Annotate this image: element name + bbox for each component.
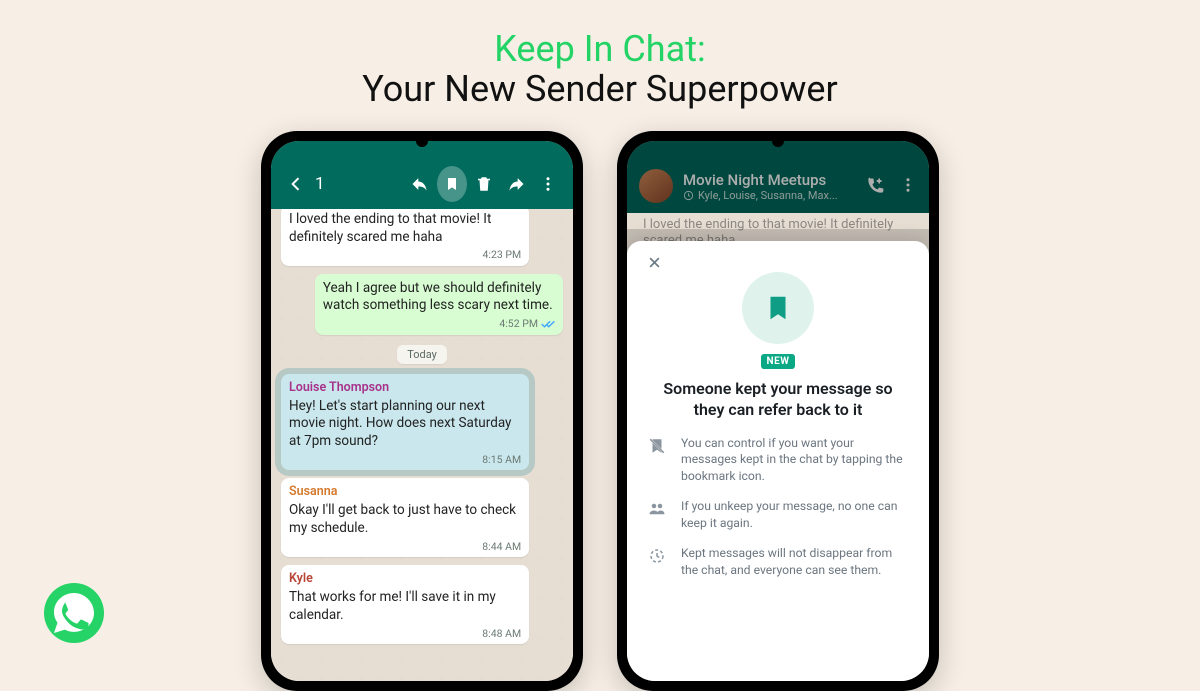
message-out[interactable]: Yeah I agree but we should definitely wa… xyxy=(315,274,563,335)
message-in[interactable]: Susanna Okay I'll get back to just have … xyxy=(281,478,529,557)
message-text: That works for me! I'll save it in my ca… xyxy=(289,589,521,624)
reply-button[interactable] xyxy=(405,169,435,199)
info-row: If you unkeep your message, no one can k… xyxy=(647,498,909,531)
message-sender: Louise Thompson xyxy=(289,380,521,396)
message-time: 4:52 PM xyxy=(323,317,555,331)
whatsapp-logo xyxy=(42,581,106,645)
phone-notch xyxy=(416,135,428,147)
message-text: Hey! Let's start planning our next movie… xyxy=(289,398,521,451)
back-button[interactable] xyxy=(281,169,311,199)
info-row: You can control if you want your message… xyxy=(647,435,909,484)
phone-right: Movie Night Meetups Kyle, Louise, Susann… xyxy=(617,131,939,691)
message-sender: Kyle xyxy=(289,571,521,587)
hero-bookmark-icon xyxy=(742,272,814,344)
info-sheet: NEW Someone kept your message so they ca… xyxy=(627,241,929,681)
message-text: Yeah I agree but we should definitely wa… xyxy=(323,280,555,315)
new-badge: NEW xyxy=(761,354,796,369)
info-text: Kept messages will not disappear from th… xyxy=(681,545,909,578)
headline-line2: Your New Sender Superpower xyxy=(0,70,1200,110)
date-separator: Today xyxy=(281,343,563,364)
bookmark-icon xyxy=(437,166,467,202)
selection-header: 1 xyxy=(271,141,573,209)
info-row: Kept messages will not disappear from th… xyxy=(647,545,909,578)
headline-line1: Keep In Chat: xyxy=(0,30,1200,70)
read-ticks-icon xyxy=(541,319,555,329)
message-time: 8:44 AM xyxy=(289,540,521,554)
headline: Keep In Chat: Your New Sender Superpower xyxy=(0,0,1200,109)
phone-left: 1 xyxy=(261,131,583,691)
dim-overlay xyxy=(627,141,929,213)
message-text: I loved the ending to that movie! It def… xyxy=(289,211,521,246)
bookmark-off-icon xyxy=(647,435,667,455)
chat-body[interactable]: I loved the ending to that movie! It def… xyxy=(271,209,573,681)
sheet-title: Someone kept your message so they can re… xyxy=(655,379,901,421)
keep-button[interactable] xyxy=(437,169,467,199)
message-in[interactable]: Kyle That works for me! I'll save it in … xyxy=(281,565,529,644)
group-header[interactable]: Movie Night Meetups Kyle, Louise, Susann… xyxy=(627,141,929,213)
forward-button[interactable] xyxy=(501,169,531,199)
phone-notch xyxy=(772,135,784,147)
close-button[interactable] xyxy=(647,255,909,270)
people-icon xyxy=(647,498,667,518)
delete-button[interactable] xyxy=(469,169,499,199)
info-text: You can control if you want your message… xyxy=(681,435,909,484)
message-time: 4:23 PM xyxy=(289,248,521,262)
more-button[interactable] xyxy=(533,169,563,199)
timer-icon xyxy=(647,545,667,565)
message-in-selected[interactable]: Louise Thompson Hey! Let's start plannin… xyxy=(281,374,529,471)
message-sender: Susanna xyxy=(289,484,521,500)
message-in[interactable]: I loved the ending to that movie! It def… xyxy=(281,209,529,266)
message-text: Okay I'll get back to just have to check… xyxy=(289,502,521,537)
info-text: If you unkeep your message, no one can k… xyxy=(681,498,909,531)
selection-count: 1 xyxy=(315,174,325,194)
message-time: 8:48 AM xyxy=(289,627,521,641)
message-time: 8:15 AM xyxy=(289,453,521,467)
